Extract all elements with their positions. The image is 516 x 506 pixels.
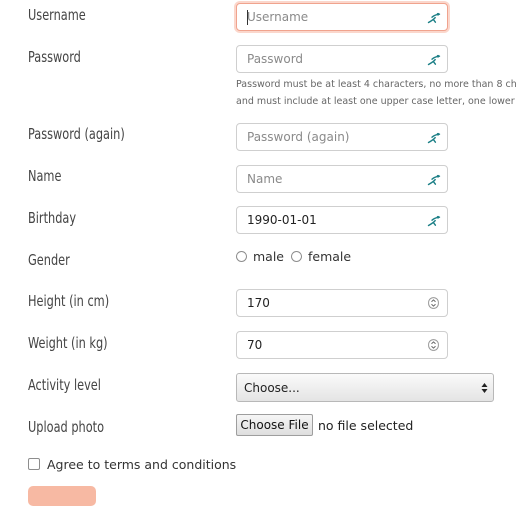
name-placeholder: Name xyxy=(247,172,283,186)
password-again-placeholder: Password (again) xyxy=(247,130,350,144)
weight-value: 70 xyxy=(247,338,263,352)
activity-level-selected: Choose... xyxy=(244,381,300,395)
username-placeholder: Username xyxy=(247,10,309,24)
activity-level-label: Activity level xyxy=(28,376,101,394)
gender-male-label[interactable]: male xyxy=(253,249,284,264)
key-icon[interactable] xyxy=(427,53,441,67)
key-icon[interactable] xyxy=(427,11,441,25)
height-label: Height (in cm) xyxy=(28,292,110,310)
gender-female-radio[interactable] xyxy=(291,251,302,262)
weight-input[interactable]: 70 xyxy=(236,331,448,359)
key-icon[interactable] xyxy=(427,173,441,187)
name-label: Name xyxy=(28,167,62,185)
upload-photo-label: Upload photo xyxy=(28,418,105,436)
gender-female-label[interactable]: female xyxy=(308,249,351,264)
password-placeholder: Password xyxy=(247,52,304,66)
activity-level-select[interactable]: Choose... xyxy=(236,373,494,402)
spinner-icon[interactable] xyxy=(428,339,439,351)
weight-label: Weight (in kg) xyxy=(28,334,108,352)
key-icon[interactable] xyxy=(427,131,441,145)
password-again-label: Password (again) xyxy=(28,125,125,143)
username-input[interactable]: Username xyxy=(236,3,448,31)
agree-terms-label[interactable]: Agree to terms and conditions xyxy=(47,457,236,472)
file-status: no file selected xyxy=(318,418,414,433)
birthday-label: Birthday xyxy=(28,209,77,227)
password-input[interactable]: Password xyxy=(236,45,448,73)
submit-button[interactable] xyxy=(28,486,96,506)
birthday-input[interactable]: 1990-01-01 xyxy=(236,206,448,234)
gender-label: Gender xyxy=(28,251,70,269)
name-input[interactable]: Name xyxy=(236,165,448,193)
password-help-line-1: Password must be at least 4 characters, … xyxy=(236,79,516,90)
height-value: 170 xyxy=(247,296,270,310)
updown-arrows-icon xyxy=(481,383,488,393)
height-input[interactable]: 170 xyxy=(236,289,448,317)
agree-terms-checkbox[interactable] xyxy=(28,458,40,470)
text-caret xyxy=(247,10,248,25)
birthday-value: 1990-01-01 xyxy=(247,213,317,227)
password-help-line-2: and must include at least one upper case… xyxy=(236,96,516,107)
key-icon[interactable] xyxy=(427,214,441,228)
choose-file-button[interactable]: Choose File xyxy=(236,414,313,436)
password-label: Password xyxy=(28,48,81,66)
password-again-input[interactable]: Password (again) xyxy=(236,123,448,151)
spinner-icon[interactable] xyxy=(428,297,439,309)
gender-male-radio[interactable] xyxy=(236,251,247,262)
username-label: Username xyxy=(28,6,86,24)
